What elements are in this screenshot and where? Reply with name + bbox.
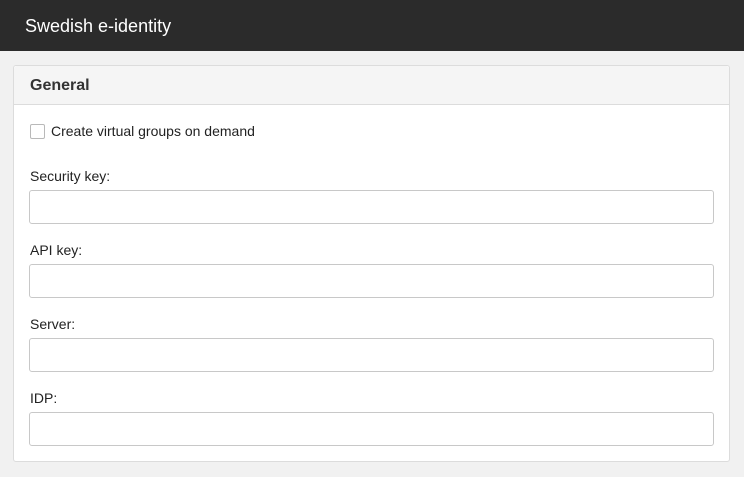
api-key-label: API key: [30,242,83,258]
virtual-groups-option[interactable]: Create virtual groups on demand [30,122,255,140]
app-title: Swedish e-identity [25,16,172,36]
server-label: Server: [30,316,76,332]
server-input[interactable] [29,338,714,372]
virtual-groups-checkbox[interactable] [30,123,45,139]
general-panel: General Create virtual groups on demand … [13,65,730,462]
panel-title: General [30,77,90,94]
api-key-input[interactable] [29,264,714,298]
security-key-label: Security key: [30,168,111,184]
idp-label: IDP: [30,390,58,406]
idp-input[interactable] [29,412,714,446]
top-bar: Swedish e-identity [0,0,744,51]
security-key-input[interactable] [29,190,714,224]
panel-header: General [14,66,729,105]
virtual-groups-label: Create virtual groups on demand [51,122,255,139]
